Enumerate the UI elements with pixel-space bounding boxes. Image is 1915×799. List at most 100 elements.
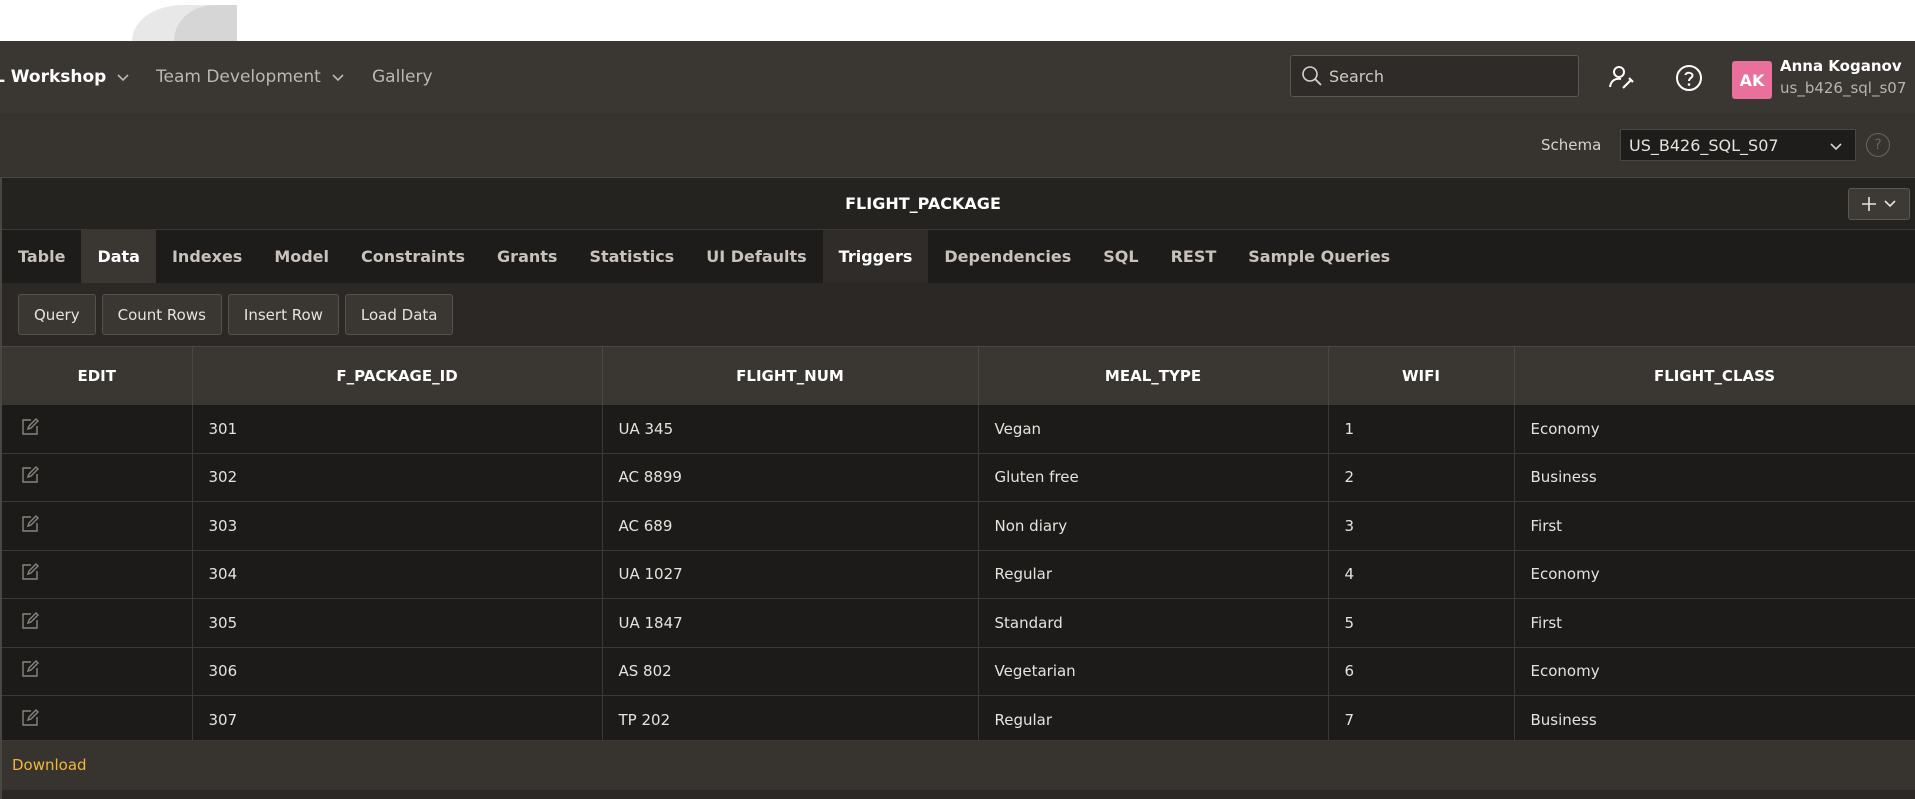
tab-constraints[interactable]: Constraints bbox=[345, 230, 481, 283]
column-header-flight-class[interactable]: FLIGHT_CLASS bbox=[1514, 346, 1915, 405]
column-header-f-package-id[interactable]: F_PACKAGE_ID bbox=[192, 346, 603, 405]
cell-flight-class: Economy bbox=[1514, 647, 1915, 696]
cell-flight-class: Economy bbox=[1514, 550, 1915, 599]
tab-grants[interactable]: Grants bbox=[481, 230, 573, 283]
object-tabs: Table Data Indexes Model Constraints Gra… bbox=[2, 230, 1915, 283]
chevron-down-icon bbox=[117, 74, 129, 82]
tab-sql[interactable]: SQL bbox=[1087, 230, 1154, 283]
grid-footer: Download bbox=[2, 740, 1915, 790]
decorative-shape bbox=[132, 5, 237, 41]
panel-title: FLIGHT_PACKAGE bbox=[845, 194, 1001, 213]
cell-flight-class: Business bbox=[1514, 695, 1915, 745]
edit-icon[interactable] bbox=[20, 465, 40, 485]
column-header-wifi[interactable]: WIFI bbox=[1328, 346, 1515, 405]
edit-cell bbox=[2, 453, 193, 502]
tab-dependencies[interactable]: Dependencies bbox=[928, 230, 1087, 283]
add-menu-button[interactable] bbox=[1848, 188, 1910, 220]
edit-icon[interactable] bbox=[20, 611, 40, 631]
tab-rest[interactable]: REST bbox=[1155, 230, 1233, 283]
cell-flight-class: Economy bbox=[1514, 404, 1915, 454]
edit-icon[interactable] bbox=[20, 659, 40, 679]
help-button[interactable] bbox=[1674, 63, 1704, 93]
user-schema: us_b426_sql_s07 bbox=[1780, 79, 1907, 97]
edit-cell bbox=[2, 550, 193, 599]
tab-model[interactable]: Model bbox=[258, 230, 345, 283]
search-input[interactable] bbox=[1329, 66, 1559, 86]
load-data-button[interactable]: Load Data bbox=[344, 294, 454, 335]
cell-flight-num: UA 1847 bbox=[602, 598, 979, 648]
cell-flight-num: UA 345 bbox=[602, 404, 979, 454]
schema-select[interactable]: US_B426_SQL_S07 bbox=[1620, 129, 1856, 161]
grid-body: 301 UA 345 Vegan 1 Economy 302 AC 8899 G… bbox=[2, 404, 1915, 745]
object-panel: FLIGHT_PACKAGE Table Data Indexes Model … bbox=[0, 177, 1915, 799]
cell-flight-num: AS 802 bbox=[602, 647, 979, 696]
search-box[interactable] bbox=[1290, 55, 1579, 97]
user-name[interactable]: Anna Koganov bbox=[1780, 57, 1902, 75]
grid-header-row: EDIT F_PACKAGE_ID FLIGHT_NUM MEAL_TYPE W… bbox=[2, 346, 1915, 405]
schema-help-icon[interactable]: ? bbox=[1866, 133, 1890, 157]
cell-meal-type: Regular bbox=[978, 550, 1329, 599]
cell-wifi: 2 bbox=[1328, 453, 1515, 502]
nav-team-development[interactable]: Team Development bbox=[156, 41, 345, 113]
edit-icon[interactable] bbox=[20, 514, 40, 534]
download-link[interactable]: Download bbox=[12, 756, 87, 774]
cell-f-package-id: 303 bbox=[192, 501, 603, 551]
avatar[interactable]: AK bbox=[1732, 61, 1772, 99]
cell-flight-class: First bbox=[1514, 501, 1915, 551]
cell-meal-type: Vegetarian bbox=[978, 647, 1329, 696]
tab-indexes[interactable]: Indexes bbox=[156, 230, 258, 283]
edit-cell bbox=[2, 501, 193, 551]
table-row: 302 AC 8899 Gluten free 2 Business bbox=[2, 453, 1915, 502]
column-header-meal-type[interactable]: MEAL_TYPE bbox=[978, 346, 1329, 405]
developer-button[interactable] bbox=[1607, 63, 1637, 93]
tab-table[interactable]: Table bbox=[2, 230, 81, 283]
chevron-down-icon bbox=[332, 74, 344, 82]
cell-meal-type: Non diary bbox=[978, 501, 1329, 551]
cell-f-package-id: 302 bbox=[192, 453, 603, 502]
schema-row: Schema US_B426_SQL_S07 ? bbox=[0, 113, 1915, 177]
help-icon bbox=[1676, 65, 1702, 91]
edit-cell bbox=[2, 695, 193, 745]
top-navbar: L Workshop Team Development Gallery AK A… bbox=[0, 41, 1915, 113]
nav-sql-workshop[interactable]: L Workshop bbox=[0, 41, 130, 113]
table-row: 301 UA 345 Vegan 1 Economy bbox=[2, 404, 1915, 454]
column-header-edit: EDIT bbox=[2, 346, 193, 405]
insert-row-button[interactable]: Insert Row bbox=[227, 294, 339, 335]
column-header-flight-num[interactable]: FLIGHT_NUM bbox=[602, 346, 979, 405]
cell-meal-type: Gluten free bbox=[978, 453, 1329, 502]
data-grid: EDIT F_PACKAGE_ID FLIGHT_NUM MEAL_TYPE W… bbox=[2, 346, 1915, 745]
edit-icon[interactable] bbox=[20, 417, 40, 437]
cell-flight-class: First bbox=[1514, 598, 1915, 648]
chevron-down-icon bbox=[1884, 200, 1896, 208]
cell-flight-num: TP 202 bbox=[602, 695, 979, 745]
user-wrench-icon bbox=[1609, 66, 1634, 89]
edit-icon[interactable] bbox=[20, 562, 40, 582]
tab-data[interactable]: Data bbox=[81, 230, 156, 283]
edit-cell bbox=[2, 404, 193, 454]
tab-statistics[interactable]: Statistics bbox=[573, 230, 690, 283]
count-rows-button[interactable]: Count Rows bbox=[101, 294, 222, 335]
cell-flight-class: Business bbox=[1514, 453, 1915, 502]
nav-sql-workshop-label: L Workshop bbox=[0, 67, 107, 87]
edit-cell bbox=[2, 598, 193, 648]
tab-ui-defaults[interactable]: UI Defaults bbox=[690, 230, 822, 283]
cell-wifi: 6 bbox=[1328, 647, 1515, 696]
nav-gallery[interactable]: Gallery bbox=[372, 41, 433, 113]
table-row: 303 AC 689 Non diary 3 First bbox=[2, 501, 1915, 551]
cell-meal-type: Regular bbox=[978, 695, 1329, 745]
panel-header: FLIGHT_PACKAGE bbox=[2, 177, 1915, 230]
schema-label: Schema bbox=[1541, 136, 1602, 154]
cell-wifi: 3 bbox=[1328, 501, 1515, 551]
query-button[interactable]: Query bbox=[18, 294, 96, 335]
edit-icon[interactable] bbox=[20, 708, 40, 728]
cell-wifi: 4 bbox=[1328, 550, 1515, 599]
plus-icon bbox=[1862, 197, 1876, 211]
table-row: 307 TP 202 Regular 7 Business bbox=[2, 695, 1915, 745]
cell-f-package-id: 307 bbox=[192, 695, 603, 745]
tab-sample-queries[interactable]: Sample Queries bbox=[1232, 230, 1406, 283]
tab-triggers[interactable]: Triggers bbox=[822, 230, 929, 283]
cell-f-package-id: 305 bbox=[192, 598, 603, 648]
cell-meal-type: Vegan bbox=[978, 404, 1329, 454]
cell-flight-num: UA 1027 bbox=[602, 550, 979, 599]
cell-f-package-id: 301 bbox=[192, 404, 603, 454]
